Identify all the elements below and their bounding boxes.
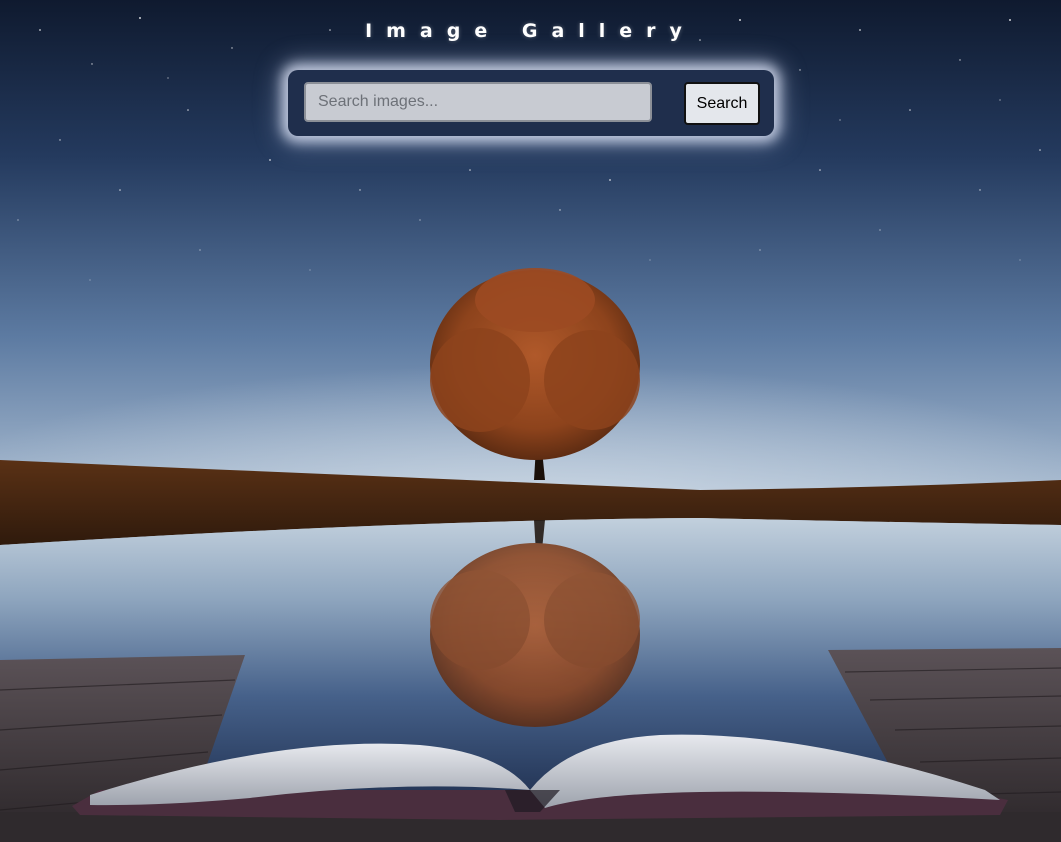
search-panel: Search — [288, 70, 774, 136]
gallery-page: Image Gallery Search — [0, 0, 1061, 842]
search-input[interactable] — [304, 82, 652, 122]
search-button[interactable]: Search — [684, 82, 760, 125]
page-title: Image Gallery — [365, 20, 696, 42]
